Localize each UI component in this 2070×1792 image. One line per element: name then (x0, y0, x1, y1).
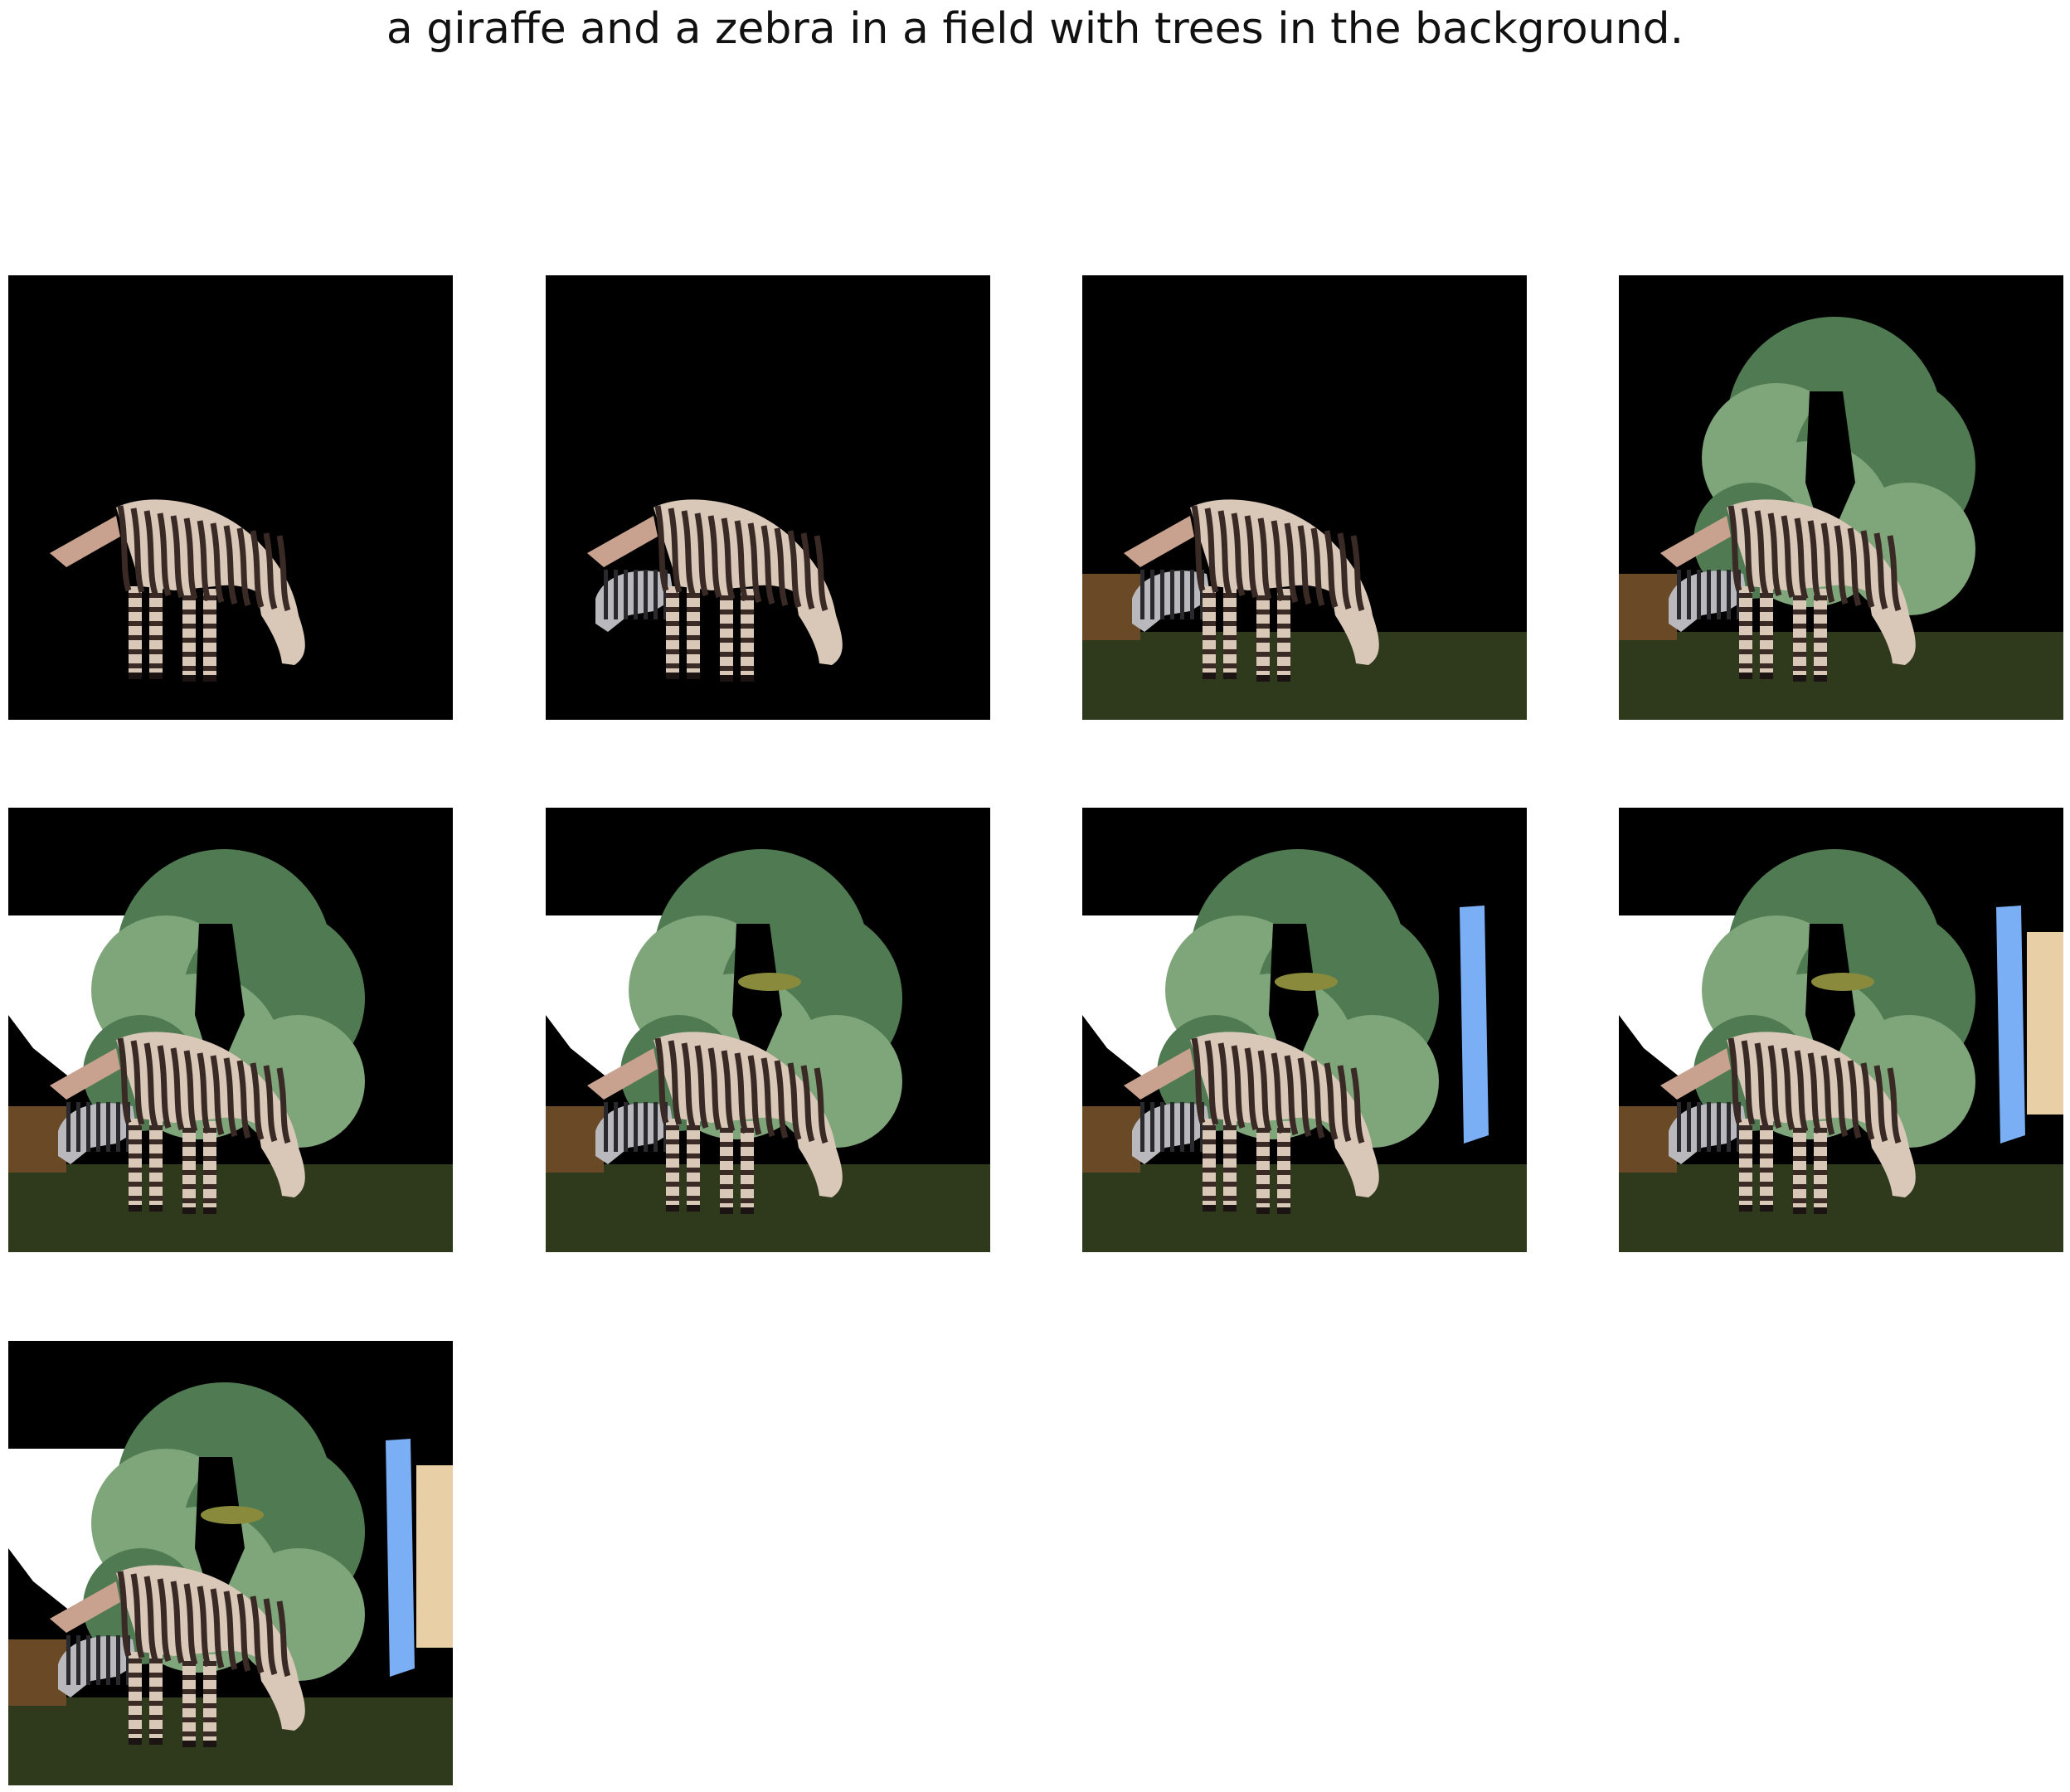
panel-4 (1619, 275, 2063, 720)
blue-bar (1460, 906, 1489, 1144)
bird (201, 1506, 264, 1524)
panel-background (546, 275, 990, 720)
caption: a giraffe and a zebra in a field with tr… (386, 4, 1684, 54)
panel-3 (1082, 275, 1527, 720)
panel-2-image (546, 275, 990, 720)
panel-1 (8, 275, 453, 720)
blue-bar (1996, 906, 2025, 1144)
panel-5-image (8, 808, 453, 1252)
panel-9-image (8, 1341, 453, 1785)
panel-2 (546, 275, 990, 720)
panel-1-image (8, 275, 453, 720)
panel-6-image (546, 808, 990, 1252)
panel-7-image (1082, 808, 1527, 1252)
beige-panel (416, 1465, 453, 1648)
bird (738, 973, 801, 991)
panel-background (8, 275, 453, 720)
panel-8 (1619, 808, 2063, 1252)
panel-6 (546, 808, 990, 1252)
beige-panel (2027, 932, 2063, 1115)
bird (1811, 973, 1874, 991)
panel-5 (8, 808, 453, 1252)
blue-bar (386, 1439, 415, 1677)
panel-3-image (1082, 275, 1527, 720)
bird (1275, 973, 1338, 991)
panel-9 (8, 1341, 453, 1785)
panel-4-image (1619, 275, 2063, 720)
panel-7 (1082, 808, 1527, 1252)
panel-8-image (1619, 808, 2063, 1252)
